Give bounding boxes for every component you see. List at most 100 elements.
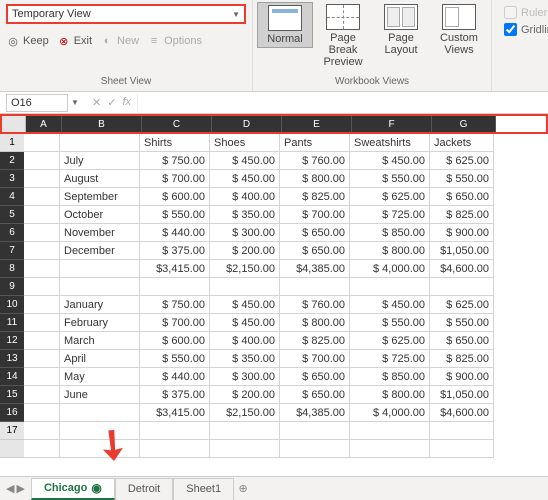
tab-nav-next-icon[interactable]: ▶ <box>16 482 24 495</box>
col-header-b[interactable]: B <box>62 116 142 132</box>
cell[interactable]: $ 440.00 <box>140 224 210 242</box>
cell[interactable] <box>280 440 350 458</box>
cell[interactable]: October <box>60 206 140 224</box>
cell[interactable] <box>24 224 60 242</box>
cell[interactable] <box>24 350 60 368</box>
cell[interactable]: $1,050.00 <box>430 386 494 404</box>
cell[interactable]: May <box>60 368 140 386</box>
cell[interactable] <box>24 152 60 170</box>
col-header-c[interactable]: C <box>142 116 212 132</box>
select-all-corner[interactable] <box>2 116 26 132</box>
cell[interactable] <box>24 404 60 422</box>
cell[interactable]: July <box>60 152 140 170</box>
cell[interactable]: $ 650.00 <box>280 386 350 404</box>
cell[interactable]: $ 450.00 <box>350 152 430 170</box>
cell[interactable]: $ 375.00 <box>140 386 210 404</box>
cell[interactable] <box>210 440 280 458</box>
col-header-d[interactable]: D <box>212 116 282 132</box>
cell[interactable]: December <box>60 242 140 260</box>
row-header-7[interactable]: 7 <box>0 242 24 260</box>
cell[interactable]: $ 700.00 <box>280 206 350 224</box>
tab-nav-prev-icon[interactable]: ◀ <box>6 482 14 495</box>
cell[interactable]: $ 800.00 <box>350 386 430 404</box>
cell[interactable]: $ 625.00 <box>350 188 430 206</box>
cell[interactable] <box>140 278 210 296</box>
col-header-g[interactable]: G <box>432 116 496 132</box>
cell[interactable]: $ 625.00 <box>350 332 430 350</box>
cell[interactable]: $ 550.00 <box>140 206 210 224</box>
row-header-1[interactable]: 1 <box>0 134 24 152</box>
row-header-10[interactable]: 10 <box>0 296 24 314</box>
cell[interactable]: $ 760.00 <box>280 152 350 170</box>
cell[interactable]: $ 440.00 <box>140 368 210 386</box>
cell[interactable]: $ 4,000.00 <box>350 404 430 422</box>
cell[interactable]: $ 550.00 <box>430 170 494 188</box>
cell[interactable]: $ 650.00 <box>280 242 350 260</box>
gridlines-checkbox[interactable]: Gridlines <box>504 23 548 36</box>
cell[interactable]: $ 650.00 <box>430 188 494 206</box>
cell[interactable]: $ 700.00 <box>140 314 210 332</box>
cell[interactable] <box>24 332 60 350</box>
cell[interactable] <box>140 440 210 458</box>
cell[interactable]: January <box>60 296 140 314</box>
cell[interactable]: $ 300.00 <box>210 368 280 386</box>
cell[interactable]: $3,415.00 <box>140 260 210 278</box>
cell[interactable]: $ 450.00 <box>210 314 280 332</box>
cell[interactable] <box>24 188 60 206</box>
row-header-17[interactable]: 17 <box>0 422 24 440</box>
cell[interactable] <box>350 278 430 296</box>
cell[interactable]: $ 900.00 <box>430 224 494 242</box>
cell[interactable] <box>280 422 350 440</box>
cell[interactable]: $ 550.00 <box>350 314 430 332</box>
row-header-14[interactable]: 14 <box>0 368 24 386</box>
cell[interactable] <box>24 314 60 332</box>
cell[interactable]: $ 850.00 <box>350 224 430 242</box>
row-header-6[interactable]: 6 <box>0 224 24 242</box>
cell[interactable]: $ 825.00 <box>430 206 494 224</box>
row-header-4[interactable]: 4 <box>0 188 24 206</box>
cell[interactable]: $ 200.00 <box>210 242 280 260</box>
cell[interactable]: $ 800.00 <box>280 170 350 188</box>
cell[interactable]: November <box>60 224 140 242</box>
cell[interactable] <box>140 422 210 440</box>
cell[interactable]: $4,385.00 <box>280 404 350 422</box>
cell[interactable]: February <box>60 314 140 332</box>
col-header-e[interactable]: E <box>282 116 352 132</box>
cell[interactable] <box>280 278 350 296</box>
cell[interactable] <box>60 422 140 440</box>
keep-button[interactable]: ◎Keep <box>6 34 49 48</box>
col-header-a[interactable]: A <box>26 116 62 132</box>
spreadsheet-grid[interactable]: A B C D E F G 1 Shirts Shoes Pants Sweat… <box>0 114 548 458</box>
cell[interactable]: April <box>60 350 140 368</box>
cell[interactable] <box>24 422 60 440</box>
cell[interactable]: $ 750.00 <box>140 296 210 314</box>
cell[interactable]: $ 300.00 <box>210 224 280 242</box>
cell[interactable]: $ 760.00 <box>280 296 350 314</box>
row-header-8[interactable]: 8 <box>0 260 24 278</box>
cell[interactable] <box>430 278 494 296</box>
cell[interactable]: $ 375.00 <box>140 242 210 260</box>
cell[interactable]: $ 850.00 <box>350 368 430 386</box>
row-header-2[interactable]: 2 <box>0 152 24 170</box>
cell[interactable]: $ 600.00 <box>140 188 210 206</box>
fx-icon[interactable]: fx <box>122 96 131 109</box>
cell[interactable] <box>210 422 280 440</box>
cell[interactable]: $ 350.00 <box>210 350 280 368</box>
name-box[interactable]: O16 <box>6 94 68 112</box>
row-header-13[interactable]: 13 <box>0 350 24 368</box>
cell[interactable]: March <box>60 332 140 350</box>
cell[interactable]: June <box>60 386 140 404</box>
col-header-f[interactable]: F <box>352 116 432 132</box>
cell[interactable]: $ 625.00 <box>430 296 494 314</box>
cell[interactable] <box>60 278 140 296</box>
tab-sheet1[interactable]: Sheet1 <box>173 478 234 500</box>
cell[interactable]: $ 650.00 <box>280 224 350 242</box>
cell[interactable]: $ 650.00 <box>430 332 494 350</box>
cell[interactable]: $ 450.00 <box>210 170 280 188</box>
cell[interactable]: $ 825.00 <box>430 350 494 368</box>
name-box-dropdown[interactable]: ▼ <box>68 98 82 107</box>
cell[interactable]: $ 4,000.00 <box>350 260 430 278</box>
page-layout-button[interactable]: Page Layout <box>373 2 429 58</box>
tab-detroit[interactable]: Detroit <box>115 478 173 500</box>
row-header-16[interactable]: 16 <box>0 404 24 422</box>
